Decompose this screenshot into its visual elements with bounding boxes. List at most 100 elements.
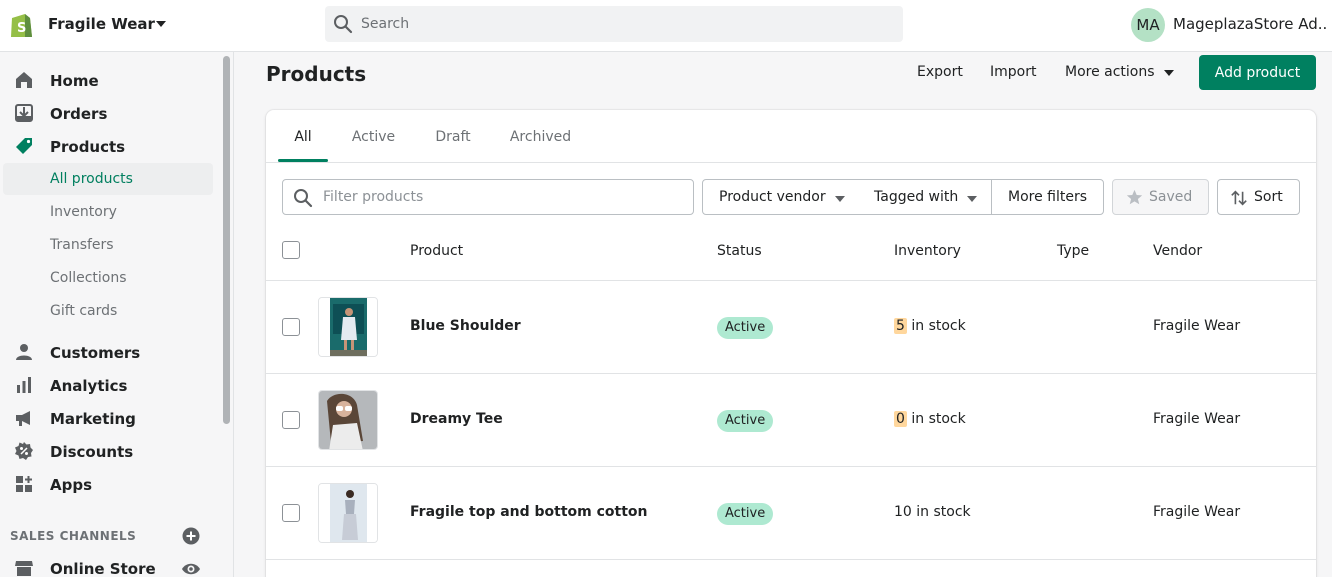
filter-label: More filters (1008, 189, 1088, 205)
sidebar-subitem-transfers[interactable]: Transfers (3, 229, 213, 261)
tab-archived[interactable]: Archived (498, 110, 583, 163)
sidebar-item-label: Marketing (50, 410, 136, 428)
product-vendor-filter[interactable]: Product vendor (702, 179, 859, 215)
more-actions-button[interactable]: More actions (1065, 64, 1155, 80)
product-name-link[interactable]: Fragile top and bottom cotton (410, 504, 648, 520)
person-icon (16, 344, 32, 360)
product-thumbnail[interactable] (318, 297, 378, 357)
more-filters-button[interactable]: More filters (991, 179, 1104, 215)
store-name[interactable]: Fragile Wear (48, 15, 155, 33)
product-image-icon (319, 391, 377, 449)
sidebar-item-label: Products (50, 138, 126, 156)
inventory-value: 0 in stock (894, 411, 966, 427)
tab-all[interactable]: All (278, 110, 328, 163)
sidebar-subitem-label: Collections (50, 270, 127, 286)
column-header-product[interactable]: Product (410, 243, 463, 259)
orders-icon (15, 104, 33, 122)
chevron-down-icon (967, 196, 977, 202)
sidebar-item-marketing[interactable]: Marketing (0, 402, 213, 434)
table-row[interactable]: Blue Shoulder Active 5 in stock Fragile … (266, 281, 1316, 374)
low-stock-quantity: 5 (894, 318, 907, 334)
sidebar-item-customers[interactable]: Customers (0, 336, 213, 368)
sort-label: Sort (1254, 189, 1283, 205)
filter-label: Tagged with (874, 189, 959, 205)
star-icon (1126, 189, 1143, 205)
sidebar-item-analytics[interactable]: Analytics (0, 369, 213, 401)
sidebar-item-label: Customers (50, 344, 141, 362)
sidebar-item-home[interactable]: Home (0, 64, 213, 96)
tag-icon (16, 138, 32, 154)
row-checkbox[interactable] (282, 318, 300, 336)
table-row[interactable]: Dreamy Tee Active 0 in stock Fragile Wea… (266, 374, 1316, 467)
product-name-link[interactable]: Dreamy Tee (410, 411, 503, 427)
inventory-value: 10 in stock (894, 504, 971, 520)
home-icon (16, 72, 32, 88)
sidebar-subitem-collections[interactable]: Collections (3, 262, 213, 294)
search-icon (334, 15, 353, 34)
sidebar-item-label: Apps (50, 476, 93, 494)
store-icon (15, 561, 33, 576)
page-title: Products (266, 62, 367, 86)
product-image-icon (319, 484, 377, 542)
sort-button[interactable]: Sort (1217, 179, 1300, 215)
column-header-inventory[interactable]: Inventory (894, 243, 961, 259)
eye-icon[interactable] (181, 559, 201, 577)
select-all-checkbox[interactable] (282, 241, 300, 259)
tagged-with-filter[interactable]: Tagged with (858, 179, 992, 215)
tab-bar: All Active Draft Archived (266, 110, 1316, 163)
add-circle-icon[interactable] (182, 527, 200, 545)
account-name[interactable]: MageplazaStore Ad... (1173, 15, 1327, 33)
sidebar-item-label: Orders (50, 105, 108, 123)
sidebar-subitem-gift-cards[interactable]: Gift cards (3, 295, 213, 327)
sidebar-subitem-label: Inventory (50, 204, 117, 220)
low-stock-quantity: 0 (894, 411, 907, 427)
sidebar-item-orders[interactable]: Orders (0, 97, 213, 129)
product-name-link[interactable]: Blue Shoulder (410, 318, 521, 334)
status-badge: Active (717, 410, 774, 432)
tab-active[interactable]: Active (342, 110, 405, 163)
product-image-icon (319, 298, 377, 356)
tab-draft[interactable]: Draft (424, 110, 482, 163)
shopify-logo-icon[interactable]: S (8, 11, 34, 39)
add-product-button[interactable]: Add product (1199, 55, 1316, 90)
sales-channels-heading: SALES CHANNELS (10, 529, 137, 543)
saved-button[interactable]: Saved (1112, 179, 1209, 215)
top-bar: S Fragile Wear Search MA MageplazaStore … (0, 0, 1332, 52)
sidebar-subitem-all-products[interactable]: All products (3, 163, 213, 195)
avatar[interactable]: MA (1131, 8, 1165, 42)
sidebar-item-apps[interactable]: Apps (0, 468, 213, 500)
search-input[interactable]: Search (325, 6, 903, 42)
product-thumbnail[interactable] (318, 390, 378, 450)
column-header-status[interactable]: Status (717, 243, 762, 259)
product-thumbnail[interactable] (318, 483, 378, 543)
filter-products-input[interactable]: Filter products (282, 179, 694, 215)
products-card: All Active Draft Archived Filter product… (266, 110, 1316, 577)
megaphone-icon (16, 411, 30, 426)
sidebar-item-label: Analytics (50, 377, 128, 395)
chevron-down-icon[interactable] (156, 21, 166, 27)
export-button[interactable]: Export (917, 64, 963, 80)
chevron-down-icon[interactable] (1164, 70, 1174, 76)
status-badge: Active (717, 503, 774, 525)
sidebar-item-products[interactable]: Products (0, 130, 213, 162)
status-badge: Active (717, 317, 774, 339)
column-header-type[interactable]: Type (1057, 243, 1089, 259)
table-row[interactable]: Fragile top and bottom cotton Active 10 … (266, 467, 1316, 560)
row-checkbox[interactable] (282, 411, 300, 429)
sidebar-item-label: Discounts (50, 443, 134, 461)
sidebar-item-discounts[interactable]: Discounts (0, 435, 213, 467)
row-checkbox[interactable] (282, 504, 300, 522)
sidebar-subitem-label: Transfers (50, 237, 114, 253)
vendor-value: Fragile Wear (1153, 411, 1241, 427)
sidebar-subitem-label: Gift cards (50, 303, 118, 319)
sidebar: Home Orders Products All products Invent… (0, 52, 234, 577)
filter-label: Product vendor (719, 189, 826, 205)
sidebar-item-label: Home (50, 72, 99, 90)
inventory-value: 5 in stock (894, 318, 966, 334)
import-button[interactable]: Import (990, 64, 1036, 80)
sidebar-subitem-inventory[interactable]: Inventory (3, 196, 213, 228)
search-icon (294, 189, 313, 208)
inventory-suffix: in stock (906, 411, 966, 427)
sidebar-scrollbar[interactable] (223, 56, 230, 424)
column-header-vendor[interactable]: Vendor (1153, 243, 1202, 259)
